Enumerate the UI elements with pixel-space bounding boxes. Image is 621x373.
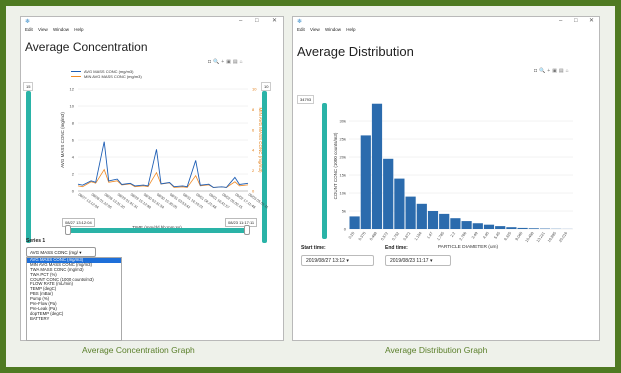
x-tick-label: 5.45 [494, 231, 502, 239]
y-left-tick-label: 10 [70, 104, 75, 109]
y-tick-label: 15k [340, 173, 346, 178]
x-tick-label: 1.47 [426, 231, 434, 239]
x-tick-label: 4.45 [482, 231, 490, 239]
chevron-down-icon: ▾ [79, 250, 82, 255]
y-tick-label: 20k [340, 155, 346, 160]
distribution-bar [495, 226, 506, 229]
y-tick-label: 5k [342, 209, 346, 214]
y-axis-label: COUNT CONC (1000 counts/m3) [333, 132, 338, 199]
y-tick-label: 0 [344, 227, 347, 232]
distribution-bar [450, 218, 461, 229]
y-right-tick-label: 4 [252, 148, 255, 153]
left-caption: Average Concentration Graph [82, 345, 195, 355]
distribution-bar [517, 227, 528, 229]
y-right-tick-label: 8 [252, 107, 255, 112]
distribution-bar [383, 158, 394, 229]
chevron-down-icon: ▾ [346, 258, 349, 264]
x-tick-label: 0.25 [348, 231, 356, 239]
distribution-chart: 30k 25k 20k 15k 10k 5k 00.25 0.375 0.488 0.572 0.7… [333, 103, 573, 250]
series-line-min-avg [77, 168, 249, 188]
time-range-slider[interactable] [67, 228, 247, 233]
series-label: Series 1 [26, 238, 46, 244]
range-end-label: 08/23 11:17:11 [225, 218, 258, 227]
end-time-field[interactable]: 2019/08/23 11:17 ▾ [385, 255, 451, 266]
distribution-bar [405, 196, 416, 229]
chevron-down-icon: ▾ [429, 258, 433, 264]
x-tick-label: 9.045 [515, 231, 524, 241]
y-tick-label: 30k [340, 119, 346, 124]
x-tick-label: 0.752 [391, 231, 400, 241]
y-right-tick-label: 2 [252, 168, 255, 173]
distribution-bar [483, 224, 495, 229]
y-axis-left-label: AVG MASS CONC (mg/m3) [60, 112, 65, 168]
start-time-field[interactable]: 2019/08/27 13:12 ▾ [301, 255, 374, 266]
x-tick-label: 13.221 [536, 231, 546, 243]
right-caption: Average Distribution Graph [385, 345, 488, 355]
x-tick-label: 3.49 [471, 231, 479, 239]
y-left-tick-label: 6 [72, 138, 75, 143]
y-axis-right-label: MIN AVG MASS CONC (mg/m3) [258, 108, 263, 173]
range-end-handle[interactable] [244, 225, 250, 235]
distribution-bar [394, 178, 405, 229]
x-tick-label: 10.458 [525, 231, 535, 243]
distribution-bar [461, 221, 472, 229]
end-time-label: End time: [385, 245, 408, 251]
y-tick-label: 25k [340, 137, 346, 142]
y-right-tick-label: 10 [252, 87, 257, 92]
series-option[interactable]: BATTERY [27, 316, 121, 322]
y-left-tick-label: 2 [72, 172, 75, 177]
y-left-tick-label: 12 [70, 87, 75, 92]
series-line-avg [77, 141, 249, 188]
distribution-bar [439, 213, 450, 229]
distribution-bar [360, 135, 371, 229]
x-axis-label: PARTICLE DIAMETER (um) [438, 244, 499, 250]
x-tick-label: 2.2 [450, 231, 456, 238]
x-tick-label: 6.325 [503, 231, 512, 241]
y-left-tick-label: 4 [72, 155, 75, 160]
distribution-bar [528, 228, 539, 229]
x-tick-label: 2.786 [459, 231, 468, 241]
distribution-bar [349, 216, 360, 229]
x-tick-label: 0.375 [358, 231, 367, 241]
distribution-bar [371, 103, 383, 229]
y-tick-label: 10k [340, 191, 346, 196]
start-time-label: Start time: [301, 245, 326, 251]
distribution-bar [506, 227, 517, 229]
range-start-handle[interactable] [65, 225, 71, 235]
y-right-tick-label: 6 [252, 127, 255, 132]
y-left-tick-label: 0 [72, 189, 75, 194]
x-tick-label: 0.872 [403, 231, 412, 241]
x-tick-label: 1.785 [436, 231, 445, 241]
x-tick-label: 0.572 [380, 231, 389, 241]
x-tick-label: 0.488 [369, 231, 378, 241]
y-left-tick-label: 8 [72, 121, 75, 126]
y-right-tick-label: 0 [252, 189, 255, 194]
average-distribution-window: ❄ – □ ✕ Edit View Window Help Average Di… [292, 16, 600, 341]
distribution-bar [472, 223, 483, 229]
distribution-bar [427, 211, 439, 229]
x-tick-label: 20.016 [558, 231, 568, 243]
series-options-list: AVG MASS CONC (mg/m3) MIN AVG MASS CONC (… [26, 257, 122, 341]
distribution-bar [416, 203, 427, 229]
x-tick-label: 16.895 [547, 231, 557, 243]
series-dropdown[interactable]: AVG MASS CONC (mg/ ▾ [26, 247, 96, 257]
x-tick-label: 1.154 [414, 231, 423, 241]
